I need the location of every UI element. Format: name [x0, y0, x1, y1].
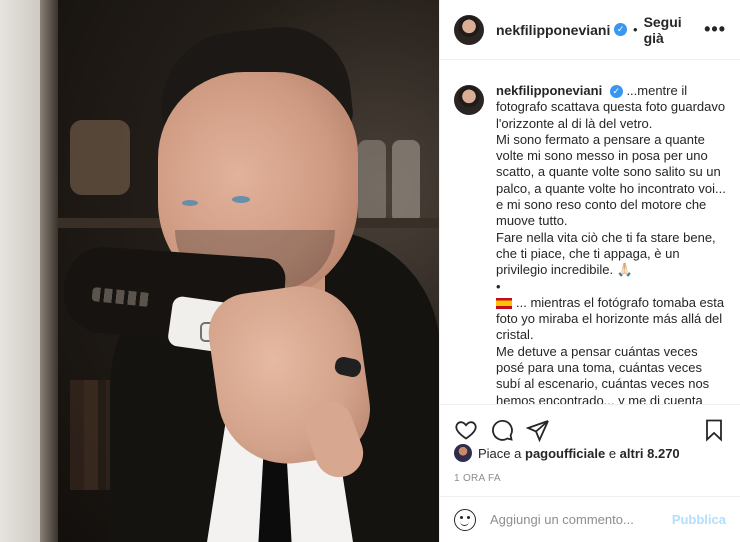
caption-paragraph: ... mientras el fotógrafo tomaba esta fo… [496, 294, 725, 343]
paper-plane-icon [526, 419, 549, 442]
publish-button[interactable]: Pubblica [672, 512, 726, 527]
caption-paragraph: Fare nella vita ciò che ti fa stare bene… [496, 229, 716, 278]
post-side-panel: nekfilipponeviani ✓ • Segui già ••• nekf… [439, 0, 740, 542]
verified-badge-icon: ✓ [609, 85, 623, 99]
following-button[interactable]: Segui già [644, 14, 705, 46]
comment-input[interactable] [490, 512, 670, 527]
likes-others-link[interactable]: altri 8.270 [620, 446, 680, 461]
spain-flag-icon [496, 297, 512, 309]
likes-conjunction: e [608, 445, 617, 461]
bookmark-icon [706, 419, 722, 442]
heart-icon [455, 420, 477, 440]
avatar[interactable] [454, 14, 484, 45]
eye [232, 196, 250, 203]
comment-button[interactable] [490, 418, 514, 442]
verified-badge-icon: ✓ [614, 23, 627, 36]
eye [182, 200, 198, 206]
caption-section[interactable]: nekfilipponeviani ✓ ...mentre il fotogra… [440, 61, 740, 404]
comment-icon [492, 419, 513, 441]
caption-paragraph: • [496, 278, 501, 294]
comment-bar: Pubblica [440, 496, 740, 542]
caption-paragraph: Me detuve a pensar cuántas veces posé pa… [496, 343, 710, 404]
avatar[interactable] [454, 85, 484, 115]
emoji-icon[interactable] [454, 508, 476, 531]
share-button[interactable] [526, 418, 550, 442]
glass [392, 140, 420, 220]
like-button[interactable] [454, 418, 478, 442]
wall [0, 0, 40, 542]
caption-paragraph: Mi sono fermato a pensare a quante volte… [496, 131, 726, 229]
save-button[interactable] [702, 418, 726, 442]
likes-prefix: Piace a [478, 445, 522, 461]
caption-username[interactable]: nekfilipponeviani [496, 83, 602, 98]
window-frame [40, 0, 58, 542]
glass [358, 140, 386, 220]
more-options-icon[interactable]: ••• [704, 19, 726, 40]
separator-dot: • [633, 22, 638, 37]
liker-username[interactable]: pagoufficiale [525, 446, 605, 461]
username-link[interactable]: nekfilipponeviani [496, 22, 610, 38]
likes-summary: Piace a pagoufficiale e altri 8.270 [454, 444, 680, 462]
caption-text: nekfilipponeviani ✓ ...mentre il fotogra… [496, 83, 726, 404]
vase [70, 120, 130, 195]
post-header: nekfilipponeviani ✓ • Segui già ••• [440, 0, 740, 60]
post-timestamp[interactable]: 1 ORA FA [454, 473, 501, 484]
post-photo[interactable] [0, 0, 439, 542]
liker-avatar[interactable] [454, 444, 472, 462]
